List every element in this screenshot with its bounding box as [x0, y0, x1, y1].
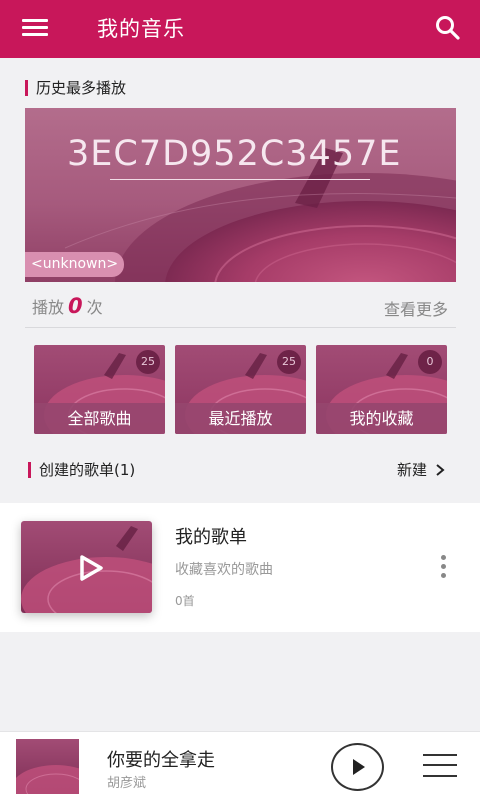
menu-icon[interactable]	[22, 17, 50, 39]
play-pause-button[interactable]	[331, 743, 384, 791]
banner-underline	[110, 179, 370, 180]
section-accent-bar	[25, 79, 28, 96]
turntable-artwork	[16, 765, 79, 794]
mini-player[interactable]: 你要的全拿走 胡彦斌	[0, 731, 480, 800]
see-more-link[interactable]: 查看更多	[384, 296, 448, 320]
section-accent-bar	[28, 461, 31, 478]
song-count-badge: 25	[136, 350, 160, 374]
song-count-badge: 0	[418, 350, 442, 374]
chevron-right-icon	[436, 463, 445, 476]
divider	[25, 327, 456, 328]
artist-tag: <unknown>	[25, 252, 125, 277]
play-count-prefix: 播放	[32, 298, 65, 317]
now-playing-title: 你要的全拿走	[107, 750, 215, 771]
playlist-queue-icon[interactable]	[423, 752, 458, 782]
song-count-badge: 25	[277, 350, 301, 374]
playlist-cover[interactable]	[21, 521, 152, 613]
tile-label: 我的收藏	[316, 403, 447, 434]
app-header: 我的音乐	[0, 0, 480, 58]
new-playlist-button[interactable]: 新建	[397, 459, 447, 480]
playlist-title: 我的歌单	[175, 527, 247, 548]
play-count-row: 播放 0 次	[32, 294, 103, 318]
now-playing-cover[interactable]	[16, 739, 79, 794]
banner-song-id: 3EC7D952C3457E	[67, 134, 402, 174]
playlist-card[interactable]: 我的歌单 收藏喜欢的歌曲 0首	[0, 503, 480, 632]
play-count-suffix: 次	[86, 298, 103, 317]
tile-all-songs[interactable]: 25 全部歌曲	[34, 345, 165, 434]
tile-label: 全部歌曲	[34, 403, 165, 434]
tile-recent-plays[interactable]: 25 最近播放	[175, 345, 306, 434]
tile-label: 最近播放	[175, 403, 306, 434]
play-count-value: 0	[68, 294, 83, 318]
page-title: 我的音乐	[97, 17, 185, 41]
now-playing-artist: 胡彦斌	[107, 776, 147, 791]
more-vert-icon[interactable]	[434, 555, 452, 585]
most-played-banner[interactable]: 3EC7D952C3457E <unknown>	[25, 108, 456, 282]
playlist-song-count: 0首	[175, 594, 195, 608]
playlist-description: 收藏喜欢的歌曲	[175, 562, 273, 578]
tile-favorites[interactable]: 0 我的收藏	[316, 345, 447, 434]
history-section-title: 历史最多播放	[25, 77, 126, 98]
search-icon[interactable]	[434, 14, 462, 42]
playlists-section-title: 创建的歌单(1)	[28, 459, 135, 480]
play-icon[interactable]	[75, 553, 105, 583]
new-playlist-label: 新建	[397, 461, 428, 479]
playlists-section-label: 创建的歌单(1)	[39, 461, 136, 479]
history-section-label: 历史最多播放	[36, 79, 127, 97]
play-icon	[353, 759, 365, 775]
